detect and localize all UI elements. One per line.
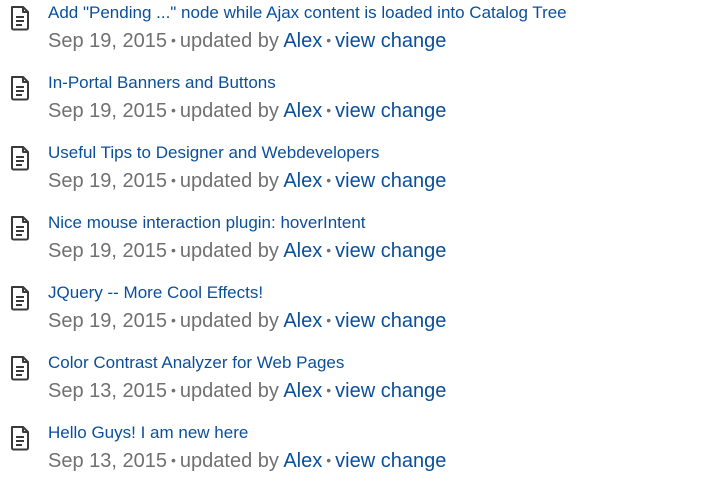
update-meta: Sep 13, 2015 • updated by Alex • view change — [48, 447, 446, 474]
separator-dot: • — [326, 382, 332, 398]
update-meta: Sep 19, 2015 • updated by Alex • view change — [48, 307, 446, 334]
view-change-link[interactable]: view change — [335, 100, 446, 122]
view-change-link[interactable]: view change — [335, 240, 446, 262]
updated-by-label: updated by — [179, 450, 279, 472]
view-change-link[interactable]: view change — [335, 310, 446, 332]
author-link[interactable]: Alex — [283, 380, 322, 402]
separator-dot: • — [171, 32, 176, 48]
list-item: Color Contrast Analyzer for Web Pages Se… — [0, 350, 704, 420]
author-link[interactable]: Alex — [283, 100, 322, 122]
list-item: JQuery -- More Cool Effects! Sep 19, 201… — [0, 280, 704, 350]
page-icon — [9, 355, 31, 381]
separator-dot: • — [326, 452, 332, 468]
separator-dot: • — [171, 312, 176, 328]
separator-dot: • — [171, 382, 176, 398]
separator-dot: • — [326, 102, 332, 118]
update-title-link[interactable]: Add "Pending ..." node while Ajax conten… — [48, 2, 567, 24]
updated-by-label: updated by — [179, 240, 279, 262]
update-date: Sep 19, 2015 — [48, 30, 167, 52]
page-icon — [9, 215, 31, 241]
update-title-link[interactable]: Nice mouse interaction plugin: hoverInte… — [48, 212, 366, 234]
separator-dot: • — [326, 32, 332, 48]
page-icon — [9, 285, 31, 311]
updated-by-label: updated by — [179, 310, 279, 332]
update-title-link[interactable]: Color Contrast Analyzer for Web Pages — [48, 352, 344, 374]
list-item: In-Portal Banners and Buttons Sep 19, 20… — [0, 70, 704, 140]
updated-by-label: updated by — [179, 100, 279, 122]
separator-dot: • — [326, 172, 332, 188]
author-link[interactable]: Alex — [283, 170, 322, 192]
separator-dot: • — [326, 242, 332, 258]
view-change-link[interactable]: view change — [335, 450, 446, 472]
updated-by-label: updated by — [179, 30, 279, 52]
view-change-link[interactable]: view change — [335, 380, 446, 402]
update-title-link[interactable]: Useful Tips to Designer and Webdeveloper… — [48, 142, 379, 164]
update-date: Sep 19, 2015 — [48, 240, 167, 262]
update-date: Sep 13, 2015 — [48, 450, 167, 472]
author-link[interactable]: Alex — [283, 240, 322, 262]
author-link[interactable]: Alex — [283, 310, 322, 332]
list-item: Useful Tips to Designer and Webdeveloper… — [0, 140, 704, 210]
update-meta: Sep 19, 2015 • updated by Alex • view change — [48, 167, 446, 194]
update-date: Sep 19, 2015 — [48, 100, 167, 122]
page-icon — [9, 145, 31, 171]
list-item: Add "Pending ..." node while Ajax conten… — [0, 0, 704, 70]
page-icon — [9, 75, 31, 101]
separator-dot: • — [171, 102, 176, 118]
update-meta: Sep 13, 2015 • updated by Alex • view change — [48, 377, 446, 404]
update-title-link[interactable]: JQuery -- More Cool Effects! — [48, 282, 263, 304]
update-meta: Sep 19, 2015 • updated by Alex • view change — [48, 27, 446, 54]
update-date: Sep 19, 2015 — [48, 310, 167, 332]
separator-dot: • — [171, 242, 176, 258]
update-meta: Sep 19, 2015 • updated by Alex • view change — [48, 237, 446, 264]
update-title-link[interactable]: In-Portal Banners and Buttons — [48, 72, 276, 94]
separator-dot: • — [171, 452, 176, 468]
author-link[interactable]: Alex — [283, 30, 322, 52]
update-title-link[interactable]: Hello Guys! I am new here — [48, 422, 248, 444]
page-icon — [9, 5, 31, 31]
update-date: Sep 19, 2015 — [48, 170, 167, 192]
list-item: Nice mouse interaction plugin: hoverInte… — [0, 210, 704, 280]
update-meta: Sep 19, 2015 • updated by Alex • view change — [48, 97, 446, 124]
separator-dot: • — [326, 312, 332, 328]
view-change-link[interactable]: view change — [335, 170, 446, 192]
page-icon — [9, 425, 31, 451]
separator-dot: • — [171, 172, 176, 188]
updated-by-label: updated by — [179, 380, 279, 402]
author-link[interactable]: Alex — [283, 450, 322, 472]
update-date: Sep 13, 2015 — [48, 380, 167, 402]
updated-by-label: updated by — [179, 170, 279, 192]
list-item: Hello Guys! I am new here Sep 13, 2015 • u… — [0, 420, 704, 490]
view-change-link[interactable]: view change — [335, 30, 446, 52]
